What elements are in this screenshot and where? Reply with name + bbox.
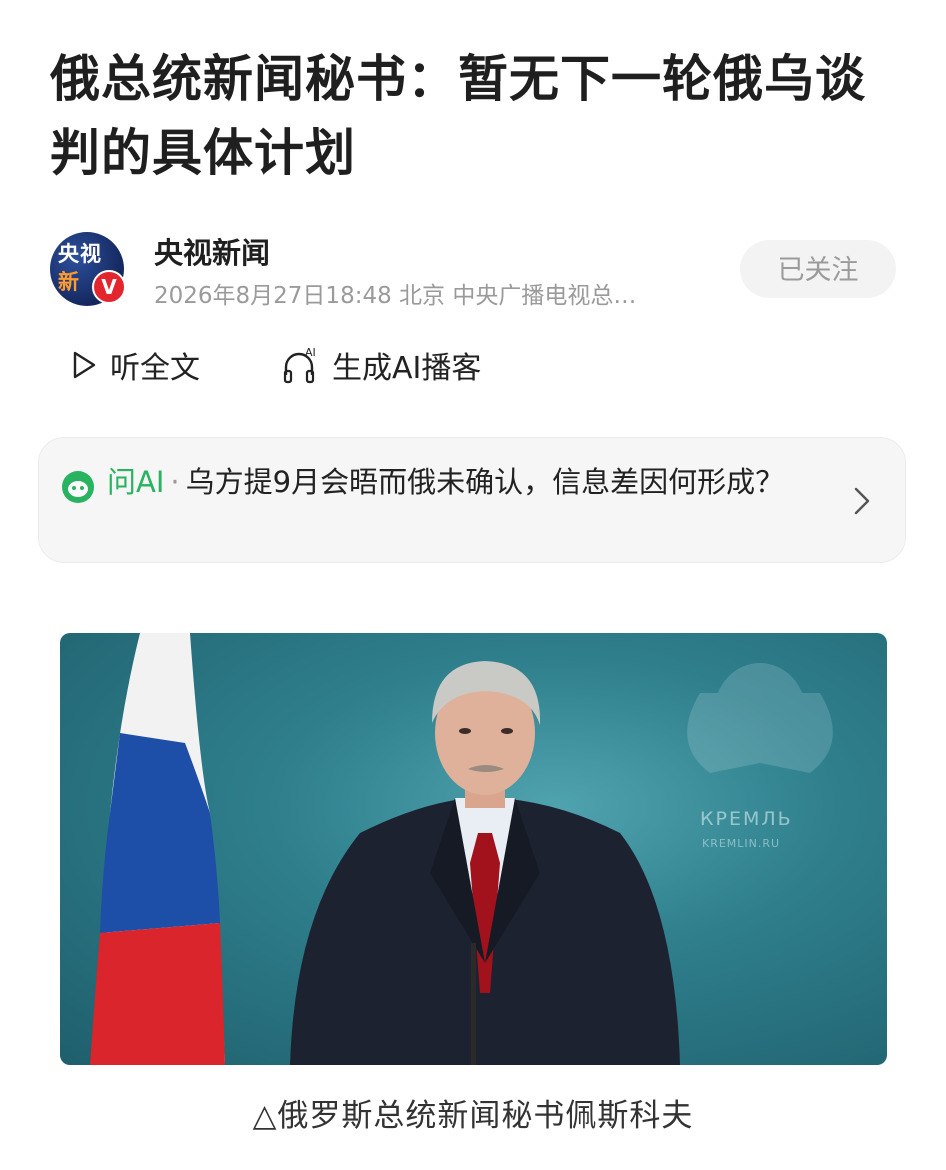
spokesperson-figure — [290, 661, 680, 1065]
photo-illustration: КРЕМЛЬ KREMLIN.RU — [90, 633, 833, 1065]
ask-ai-question: 乌方提9月会晤而俄未确认，信息差因何形成？ — [185, 465, 785, 499]
ask-ai-text: 问AI · 乌方提9月会晤而俄未确认，信息差因何形成？ — [107, 462, 807, 502]
emblem-watermark — [687, 663, 833, 773]
podcast-ai-badge: AI — [305, 346, 316, 359]
avatar-logo-top: 央视 — [58, 242, 102, 266]
ask-ai-icon — [62, 471, 94, 503]
photo-caption: △俄罗斯总统新闻秘书佩斯科夫 — [252, 1098, 694, 1134]
article-photo[interactable]: КРЕМЛЬ KREMLIN.RU — [60, 633, 887, 1065]
article-title: 俄总统新闻秘书：暂无下一轮俄乌谈判的具体计划 — [50, 50, 866, 182]
avatar-logo-bottom: 新 — [58, 270, 80, 294]
kremlin-url-text: KREMLIN.RU — [702, 837, 780, 850]
publish-meta: 2026年8月27日18:48 北京 中央广播电视总… — [154, 283, 637, 309]
headphones-icon: AI — [283, 346, 316, 384]
author-avatar[interactable]: 央视 新 V — [50, 232, 126, 306]
listen-label: 听全文 — [110, 351, 200, 386]
author-row: 央视 新 V 央视新闻 2026年8月27日18:48 北京 中央广播电视总… … — [50, 230, 896, 310]
podcast-label: 生成AI播客 — [332, 351, 482, 386]
play-icon — [73, 351, 96, 379]
ask-ai-label: 问AI — [107, 465, 165, 499]
follow-button[interactable]: 已关注 — [740, 240, 896, 298]
russian-flag — [90, 633, 225, 1065]
ai-podcast-button[interactable]: AI 生成AI播客 — [282, 340, 481, 390]
author-name[interactable]: 央视新闻 — [154, 230, 270, 272]
kremlin-text: КРЕМЛЬ — [700, 808, 793, 830]
verified-badge-icon: V — [92, 270, 126, 304]
ask-ai-card[interactable]: 问AI · 乌方提9月会晤而俄未确认，信息差因何形成？ — [38, 437, 906, 563]
ask-ai-separator: · — [170, 465, 180, 499]
listen-button[interactable]: 听全文 — [70, 340, 200, 390]
chevron-right-icon — [854, 487, 870, 515]
